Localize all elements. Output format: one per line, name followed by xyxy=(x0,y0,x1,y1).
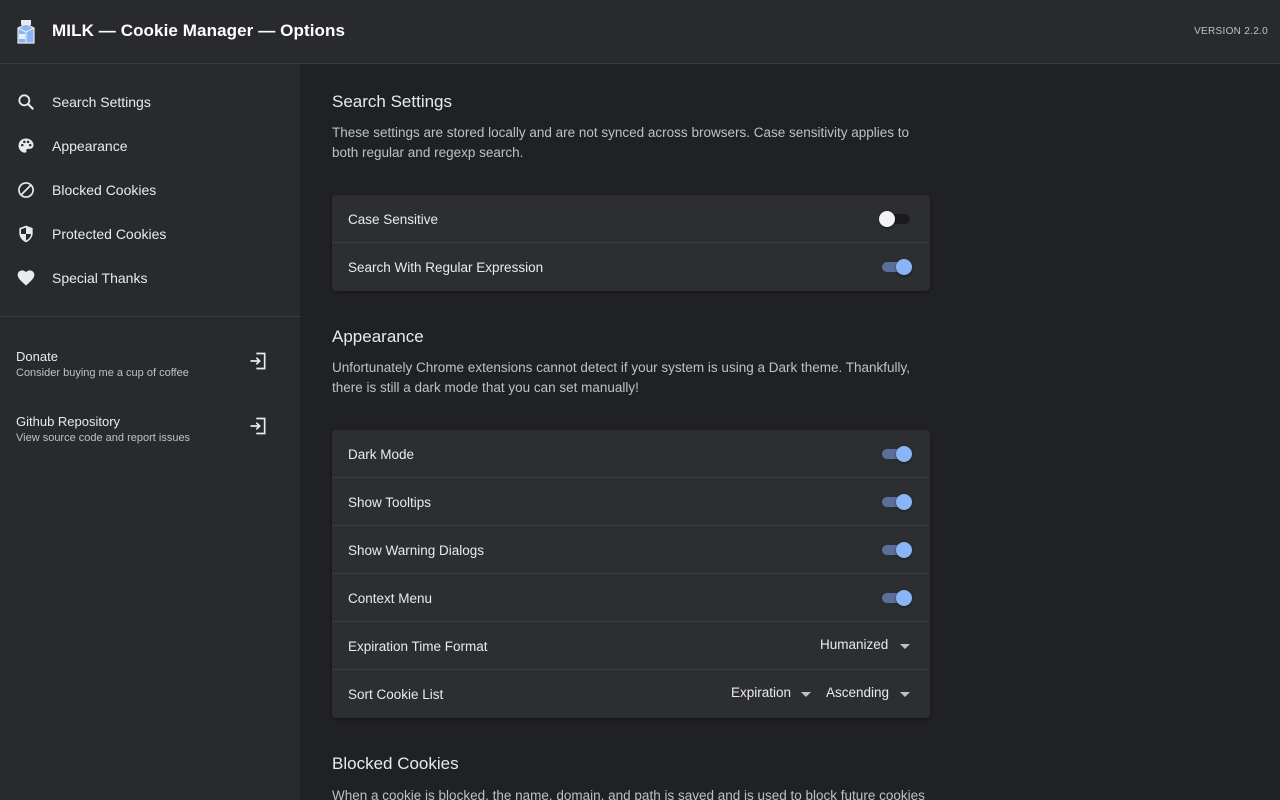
setting-row-case-sensitive: Case Sensitive xyxy=(332,195,930,243)
sidebar-item-label: Protected Cookies xyxy=(52,226,167,242)
setting-label: Dark Mode xyxy=(348,447,415,462)
sort-field-select[interactable]: Expiration xyxy=(731,682,811,706)
setting-label: Show Warning Dialogs xyxy=(348,543,485,558)
block-icon xyxy=(18,182,34,198)
case-sensitive-toggle[interactable] xyxy=(879,211,910,227)
sidebar-item-blocked-cookies[interactable]: Blocked Cookies xyxy=(0,168,300,212)
sort-order-select[interactable]: Ascending xyxy=(826,682,910,706)
search-icon xyxy=(18,94,34,110)
regex-toggle[interactable] xyxy=(882,259,912,275)
dropdown-arrow-icon xyxy=(900,644,910,649)
donate-title: Donate xyxy=(16,349,58,364)
app-header: MILK — Cookie Manager — Options VERSION … xyxy=(0,0,1280,64)
sidebar-item-appearance[interactable]: Appearance xyxy=(0,124,300,168)
setting-row-tooltips: Show Tooltips xyxy=(332,478,930,526)
shield-icon xyxy=(19,225,33,243)
sidebar-item-special-thanks[interactable]: Special Thanks xyxy=(0,256,300,300)
sidebar-item-label: Blocked Cookies xyxy=(52,182,157,198)
sidebar: Search Settings Appearance Blocked Cooki… xyxy=(0,64,300,800)
section-title-appearance: Appearance xyxy=(332,327,424,346)
search-settings-card: Case Sensitive Search With Regular Expre… xyxy=(332,195,930,291)
dark-mode-toggle[interactable] xyxy=(882,446,912,462)
open-in-icon xyxy=(250,352,266,370)
palette-icon xyxy=(18,138,34,153)
github-subtitle: View source code and report issues xyxy=(16,432,191,444)
setting-row-regex: Search With Regular Expression xyxy=(332,243,930,291)
setting-row-context-menu: Context Menu xyxy=(332,574,930,622)
setting-label: Sort Cookie List xyxy=(348,687,444,702)
sidebar-item-protected-cookies[interactable]: Protected Cookies xyxy=(0,212,300,256)
app-title: MILK — Cookie Manager — Options xyxy=(52,21,346,40)
setting-label: Show Tooltips xyxy=(348,495,432,510)
setting-row-warning-dialogs: Show Warning Dialogs xyxy=(332,526,930,574)
open-in-icon xyxy=(250,417,266,435)
github-link[interactable]: Github Repository View source code and r… xyxy=(0,414,300,466)
sidebar-divider xyxy=(0,316,300,317)
sidebar-item-label: Special Thanks xyxy=(52,270,148,286)
setting-label: Expiration Time Format xyxy=(348,639,488,654)
section-desc-blocked: When a cookie is blocked, the name, doma… xyxy=(332,788,925,800)
setting-label: Context Menu xyxy=(348,591,433,606)
setting-row-expiration-format: Expiration Time Format Humanized xyxy=(332,622,930,670)
show-tooltips-toggle[interactable] xyxy=(882,494,912,510)
setting-label: Search With Regular Expression xyxy=(348,260,544,275)
donate-link[interactable]: Donate Consider buying me a cup of coffe… xyxy=(0,349,300,401)
sort-order-value: Ascending xyxy=(826,685,890,700)
expiration-format-select[interactable]: Humanized xyxy=(820,634,910,658)
context-menu-toggle[interactable] xyxy=(882,590,912,606)
section-desc-appearance: Unfortunately Chrome extensions cannot d… xyxy=(332,360,911,395)
sidebar-item-label: Search Settings xyxy=(52,94,151,110)
setting-label: Case Sensitive xyxy=(348,212,439,227)
setting-row-dark-mode: Dark Mode xyxy=(332,430,930,478)
warning-dialogs-toggle[interactable] xyxy=(882,542,912,558)
dropdown-arrow-icon xyxy=(801,692,811,697)
dropdown-arrow-icon xyxy=(900,692,910,697)
section-title-search: Search Settings xyxy=(332,92,453,111)
sidebar-item-label: Appearance xyxy=(52,138,128,154)
heart-icon xyxy=(17,270,35,286)
setting-row-sort: Sort Cookie List Expiration Ascending xyxy=(332,670,930,718)
sort-field-value: Expiration xyxy=(731,685,792,700)
version-label: VERSION 2.2.0 xyxy=(1194,26,1268,37)
main-content: Search Settings These settings are store… xyxy=(332,64,930,800)
expiration-format-value: Humanized xyxy=(820,637,889,652)
section-title-blocked: Blocked Cookies xyxy=(332,754,459,773)
milk-carton-icon xyxy=(17,20,35,44)
donate-subtitle: Consider buying me a cup of coffee xyxy=(16,367,189,379)
github-title: Github Repository xyxy=(16,414,121,429)
sidebar-item-search-settings[interactable]: Search Settings xyxy=(0,80,300,124)
section-desc-search: These settings are stored locally and ar… xyxy=(332,125,910,160)
appearance-card: Dark Mode Show Tooltips Show Warning Dia… xyxy=(332,430,930,718)
